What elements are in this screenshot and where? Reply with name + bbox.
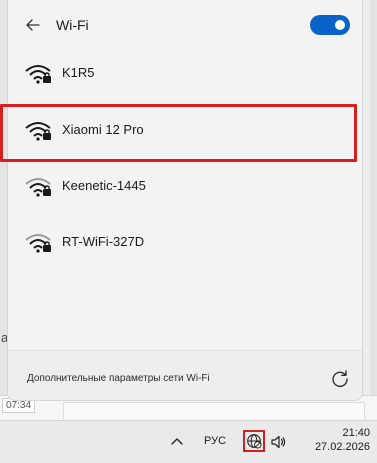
background-right-strip [370, 0, 377, 420]
more-wifi-settings-link[interactable]: Дополнительные параметры сети Wi-Fi [27, 373, 210, 384]
wifi-footer: Дополнительные параметры сети Wi-Fi [8, 351, 362, 400]
wifi-toggle[interactable] [310, 15, 350, 35]
wifi-header: Wi-Fi [8, 0, 362, 52]
clock-time: 21:40 [342, 427, 370, 439]
speaker-icon[interactable] [269, 433, 287, 451]
language-indicator[interactable]: РУС [204, 435, 226, 447]
network-item-rt-wifi-327d[interactable]: RT-WiFi-327D [8, 223, 362, 261]
wifi-secured-icon [25, 178, 51, 197]
network-ssid: RT-WiFi-327D [62, 234, 145, 249]
toggle-knob [335, 20, 345, 30]
wifi-flyout: Wi-Fi K1R5 Xiaomi 12 Pro Keenetic-1445 R… [7, 0, 363, 401]
network-ssid: K1R5 [62, 65, 95, 80]
network-highlight-box [0, 104, 357, 162]
taskbar-clock[interactable]: 21:40 27.02.2026 [300, 426, 370, 454]
network-item-k1r5[interactable]: K1R5 [8, 54, 362, 92]
wifi-secured-icon [25, 234, 51, 253]
background-left-strip [0, 0, 7, 420]
network-item-keenetic-1445[interactable]: Keenetic-1445 [8, 167, 362, 205]
network-tray-button[interactable] [243, 430, 265, 452]
clock-date: 27.02.2026 [314, 441, 370, 453]
back-button[interactable] [22, 14, 44, 36]
chevron-up-icon[interactable] [168, 433, 186, 451]
refresh-icon[interactable] [330, 369, 350, 389]
background-inner-box [63, 402, 365, 419]
network-ssid: Keenetic-1445 [62, 178, 146, 193]
arrow-left-icon [26, 19, 40, 31]
wifi-title: Wi-Fi [56, 17, 89, 33]
wifi-secured-icon [25, 65, 51, 84]
globe-no-internet-icon [247, 434, 262, 449]
taskbar: РУС 21:40 27.02.2026 [0, 420, 377, 463]
